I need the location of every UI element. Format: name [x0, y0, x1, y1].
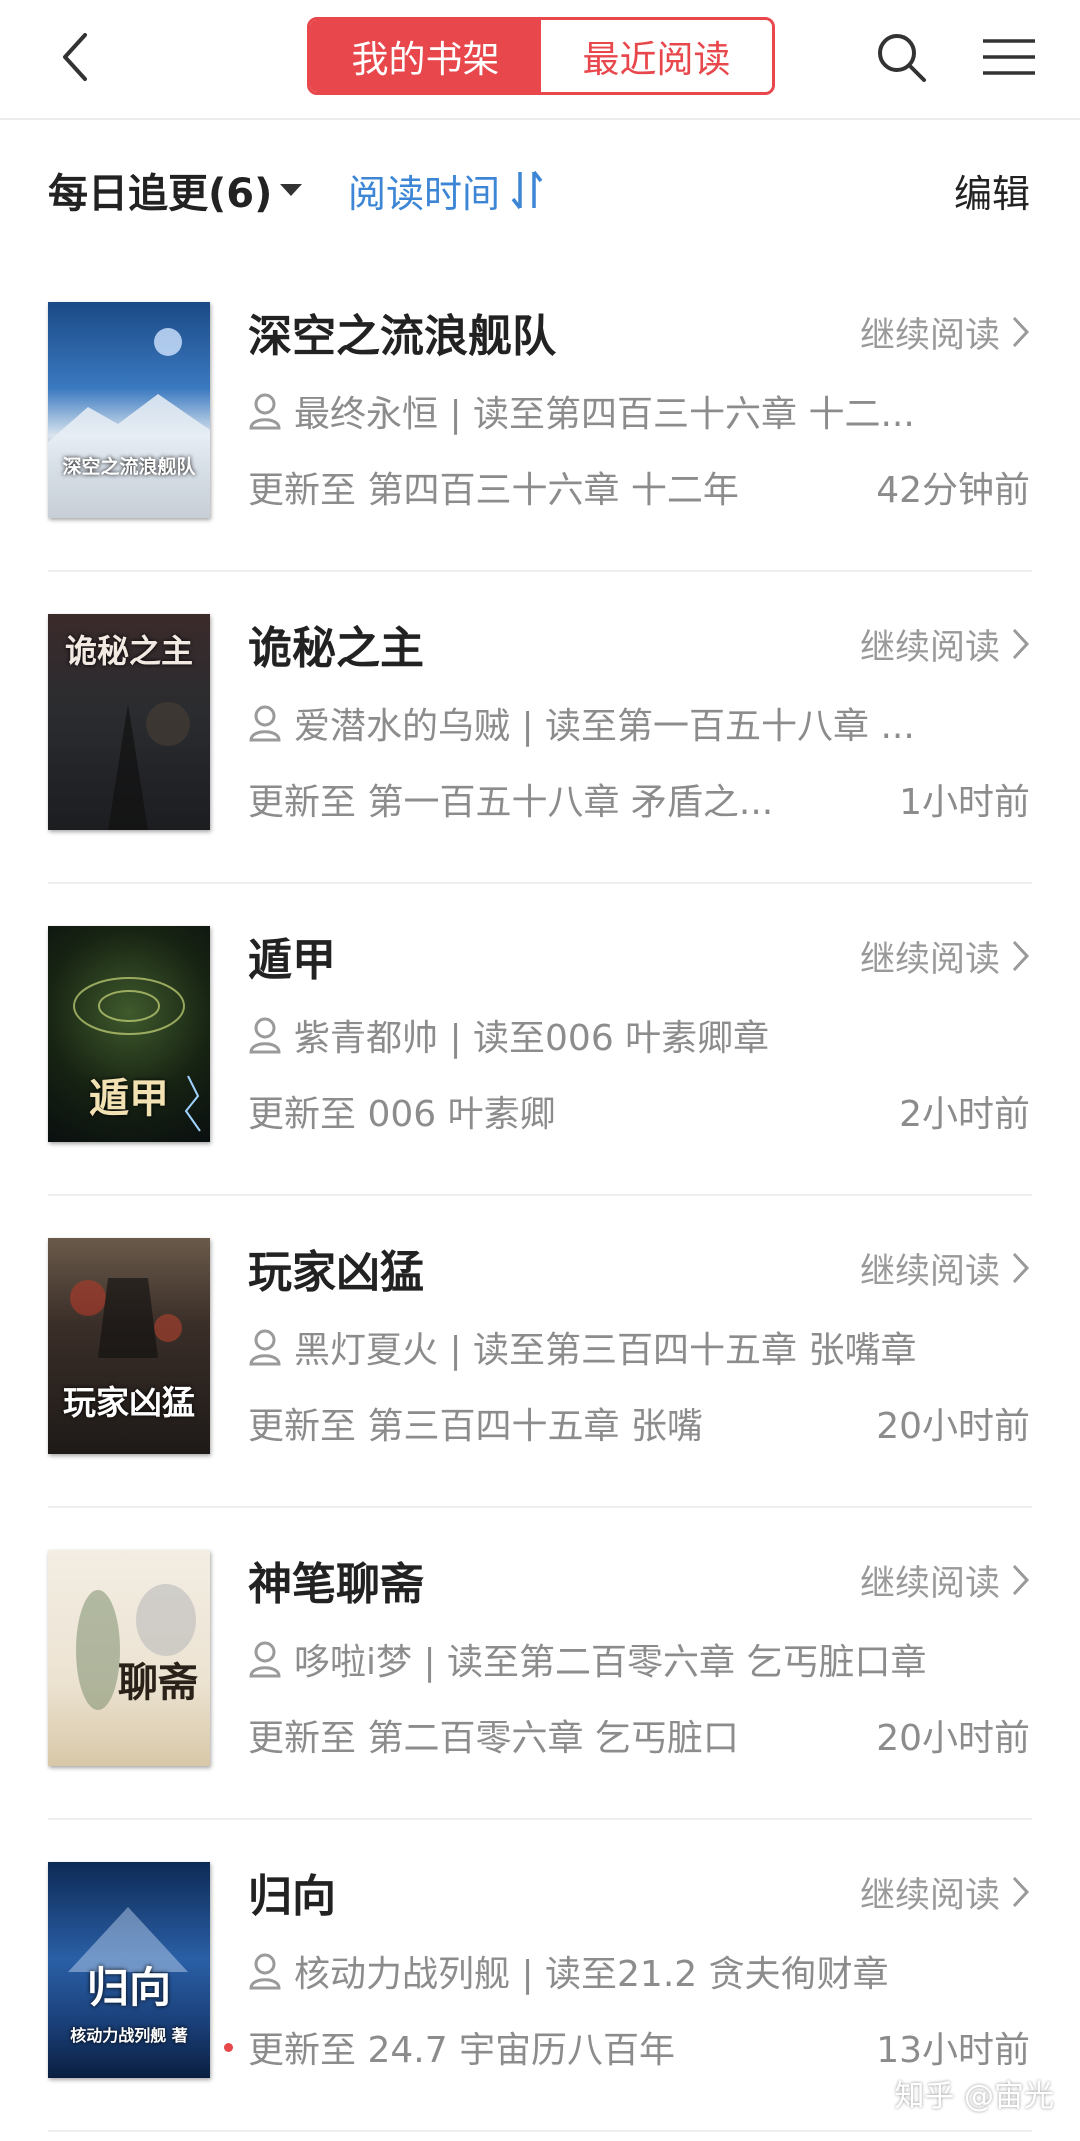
- author-progress-text: 紫青都帅 | 读至006 叶素卿章: [294, 1018, 770, 1059]
- update-time: 13小时前: [876, 2030, 1030, 2071]
- continue-reading-button[interactable]: 继续阅读: [860, 1552, 1030, 1608]
- latest-update-text: 更新至 第二百零六章 乞丐脏口: [248, 1718, 739, 1759]
- author-progress-text: 核动力战列舰 | 读至21.2 贪夫徇财章: [294, 1954, 889, 1995]
- author-progress: 紫青都帅 | 读至006 叶素卿章: [248, 1008, 998, 1062]
- continue-label: 继续阅读: [859, 1563, 1000, 1604]
- continue-label: 继续阅读: [859, 939, 1000, 980]
- book-cover: 玩家凶猛: [48, 1238, 210, 1454]
- latest-update-text: 更新至 006 叶素卿: [248, 1094, 556, 1135]
- user-icon: [249, 393, 281, 430]
- author-progress: 核动力战列舰 | 读至21.2 贪夫徇财章: [248, 1944, 998, 1998]
- sort-by-read-time-button[interactable]: 阅读时间: [348, 160, 544, 220]
- chevron-left-icon: [63, 33, 87, 81]
- book-title: 诡秘之主: [248, 623, 424, 674]
- author-progress-text: 哆啦i梦 | 读至第二百零六章 乞丐脏口章: [294, 1642, 927, 1683]
- chevron-right-icon: [1012, 316, 1030, 348]
- book-cover: 聊斋: [48, 1550, 210, 1766]
- book-cover: 深空之流浪舰队: [48, 302, 210, 518]
- continue-label: 继续阅读: [859, 627, 1000, 668]
- latest-update: 更新至 第二百零六章 乞丐脏口: [248, 1708, 808, 1762]
- book-title: 玩家凶猛: [248, 1247, 424, 1298]
- cover-title: 遁甲: [89, 1076, 169, 1122]
- update-time: 2小时前: [899, 1094, 1030, 1135]
- continue-reading-button[interactable]: 继续阅读: [860, 1240, 1030, 1296]
- latest-update-text: 更新至 第三百四十五章 张嘴: [248, 1406, 703, 1447]
- search-icon: [878, 34, 926, 82]
- book-list: 深空之流浪舰队 深空之流浪舰队 继续阅读 最终永恒 | 读至第四百三十六章 十二…: [0, 260, 1080, 2132]
- new-update-dot: [224, 2043, 233, 2052]
- book-item[interactable]: 玩家凶猛 玩家凶猛 继续阅读 黑灯夏火 | 读至第三百四十五章 张嘴章 更新至 …: [0, 1196, 1080, 1508]
- book-cover: 诡秘之主: [48, 614, 210, 830]
- continue-label: 继续阅读: [859, 1875, 1000, 1916]
- group-dropdown[interactable]: 每日追更(6): [48, 160, 303, 220]
- book-title: 深空之流浪舰队: [248, 311, 556, 362]
- book-cover: 遁甲: [48, 926, 210, 1142]
- author-progress-text: 最终永恒 | 读至第四百三十六章 十二...: [294, 394, 915, 435]
- user-icon: [249, 1017, 281, 1054]
- search-button[interactable]: [866, 22, 936, 92]
- menu-button[interactable]: [974, 22, 1044, 92]
- watermark: 知乎 @宙光: [894, 2079, 1054, 2114]
- book-item[interactable]: 遁甲 遁甲 继续阅读 紫青都帅 | 读至006 叶素卿章 更新至 006 叶素卿…: [0, 884, 1080, 1196]
- cover-title: 归向: [86, 1963, 171, 2012]
- author-progress: 最终永恒 | 读至第四百三十六章 十二...: [248, 384, 998, 438]
- chevron-right-icon: [1012, 1876, 1030, 1908]
- latest-update-text: 更新至 24.7 宇宙历八百年: [248, 2030, 676, 2071]
- sort-label: 阅读时间: [348, 171, 501, 216]
- user-icon: [249, 705, 281, 742]
- latest-update-text: 更新至 第四百三十六章 十二年: [248, 470, 739, 511]
- cover-title: 聊斋: [118, 1660, 198, 1706]
- tab-my-bookshelf[interactable]: 我的书架: [310, 20, 541, 92]
- cover-title: 诡秘之主: [64, 632, 193, 670]
- cover-subtitle: 核动力战列舰 著: [70, 2026, 188, 2045]
- update-time: 42分钟前: [876, 470, 1030, 511]
- chevron-right-icon: [1012, 628, 1030, 660]
- cover-title: 深空之流浪舰队: [62, 456, 196, 478]
- author-progress-text: 爱潜水的乌贼 | 读至第一百五十八章 ...: [294, 706, 915, 747]
- continue-reading-button[interactable]: 继续阅读: [860, 304, 1030, 360]
- latest-update-text: 更新至 第一百五十八章 矛盾之...: [248, 782, 774, 823]
- book-title: 归向: [248, 1871, 336, 1922]
- author-progress-text: 黑灯夏火 | 读至第三百四十五章 张嘴章: [294, 1330, 917, 1371]
- book-cover: 归向 核动力战列舰 著: [48, 1862, 210, 2078]
- hamburger-menu-icon: [983, 39, 1035, 75]
- edit-button[interactable]: 编辑: [954, 160, 1030, 220]
- author-progress: 哆啦i梦 | 读至第二百零六章 乞丐脏口章: [248, 1632, 998, 1686]
- chevron-right-icon: [1012, 940, 1030, 972]
- latest-update: 更新至 24.7 宇宙历八百年: [248, 2020, 808, 2074]
- book-title: 神笔聊斋: [248, 1559, 424, 1610]
- top-nav-bar: 我的书架 最近阅读: [0, 0, 1080, 120]
- latest-update: 更新至 第三百四十五章 张嘴: [248, 1396, 808, 1450]
- continue-reading-button[interactable]: 继续阅读: [860, 616, 1030, 672]
- continue-label: 继续阅读: [859, 315, 1000, 356]
- book-item[interactable]: 聊斋 神笔聊斋 继续阅读 哆啦i梦 | 读至第二百零六章 乞丐脏口章 更新至 第…: [0, 1508, 1080, 1820]
- group-dropdown-label: 每日追更(6): [48, 171, 273, 217]
- continue-label: 继续阅读: [859, 1251, 1000, 1292]
- user-icon: [249, 1641, 281, 1678]
- latest-update: 更新至 第一百五十八章 矛盾之...: [248, 772, 808, 826]
- continue-reading-button[interactable]: 继续阅读: [860, 928, 1030, 984]
- update-time: 20小时前: [876, 1406, 1030, 1447]
- chevron-right-icon: [1012, 1564, 1030, 1596]
- shelf-tab-switcher: 我的书架 最近阅读: [307, 17, 775, 95]
- book-title: 遁甲: [248, 935, 336, 986]
- back-button[interactable]: [40, 22, 110, 92]
- update-time: 20小时前: [876, 1718, 1030, 1759]
- book-item[interactable]: 深空之流浪舰队 深空之流浪舰队 继续阅读 最终永恒 | 读至第四百三十六章 十二…: [0, 260, 1080, 572]
- user-icon: [249, 1953, 281, 1990]
- book-item[interactable]: 诡秘之主 诡秘之主 继续阅读 爱潜水的乌贼 | 读至第一百五十八章 ... 更新…: [0, 572, 1080, 884]
- caret-down-icon: [280, 184, 303, 196]
- cover-title: 玩家凶猛: [63, 1383, 195, 1422]
- filter-bar: 每日追更(6) 阅读时间 编辑: [0, 120, 1080, 260]
- continue-reading-button[interactable]: 继续阅读: [860, 1864, 1030, 1920]
- latest-update: 更新至 006 叶素卿: [248, 1084, 808, 1138]
- sort-arrows-icon: [511, 170, 543, 210]
- author-progress: 爱潜水的乌贼 | 读至第一百五十八章 ...: [248, 696, 998, 750]
- latest-update: 更新至 第四百三十六章 十二年: [248, 460, 808, 514]
- tab-recent-reading[interactable]: 最近阅读: [541, 20, 772, 92]
- chevron-right-icon: [1012, 1252, 1030, 1284]
- update-time: 1小时前: [899, 782, 1030, 823]
- author-progress: 黑灯夏火 | 读至第三百四十五章 张嘴章: [248, 1320, 998, 1374]
- user-icon: [249, 1329, 281, 1366]
